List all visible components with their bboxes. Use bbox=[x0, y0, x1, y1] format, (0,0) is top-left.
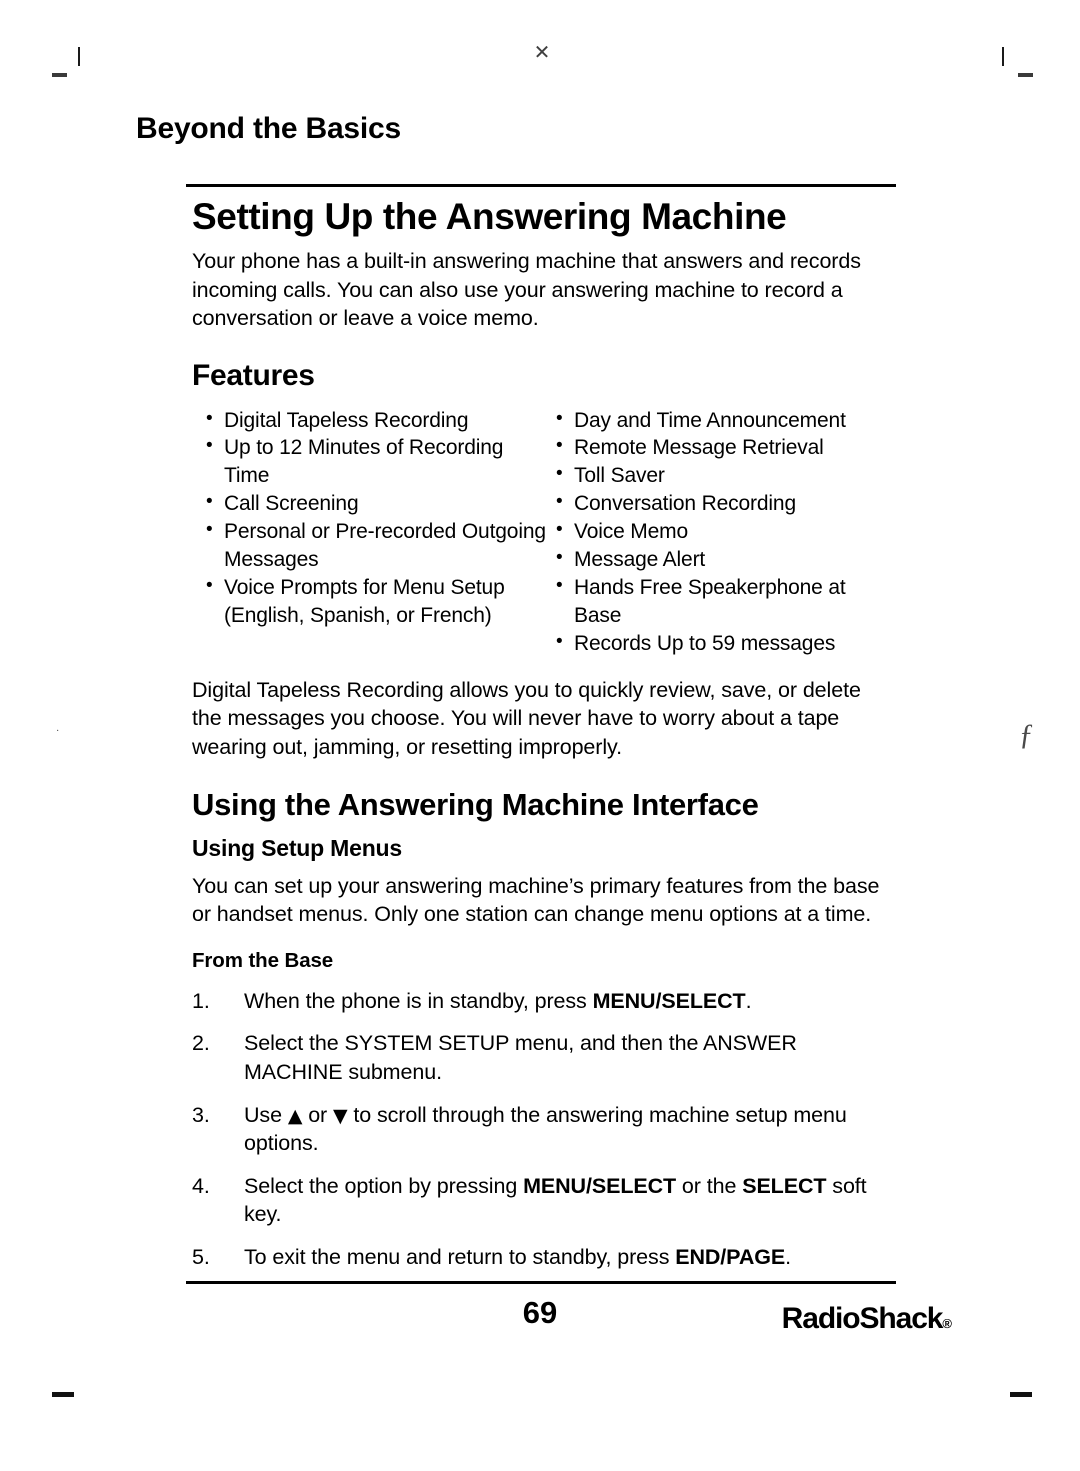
intro-paragraph: Your phone has a built-in answering mach… bbox=[192, 249, 861, 331]
step-item: 1. When the phone is in standby, press ME… bbox=[192, 987, 896, 1016]
step-text: Use bbox=[244, 1102, 288, 1127]
step-text: . bbox=[745, 988, 752, 1013]
setup-menus-subheading: Using Setup Menus bbox=[192, 834, 403, 861]
interface-heading: Using the Answering Machine Interface bbox=[192, 786, 759, 822]
step-text: . bbox=[785, 1244, 791, 1269]
step-number: 1. bbox=[192, 988, 210, 1013]
key-label: MENU/SELECT bbox=[523, 1173, 677, 1198]
features-heading: Features bbox=[192, 358, 315, 392]
step-text: When the phone is in standby, press bbox=[244, 988, 593, 1013]
crop-mark-bottom-right bbox=[1010, 1392, 1032, 1397]
step-item: 4. Select the option by pressing MENU/SEL… bbox=[192, 1172, 896, 1229]
features-list-right: Day and Time AnnouncementRemote Message … bbox=[554, 406, 896, 658]
list-item: Remote Message Retrieval bbox=[554, 433, 896, 462]
tapeless-paragraph: Digital Tapeless Recording allows you to… bbox=[192, 677, 861, 759]
list-item: Conversation Recording bbox=[554, 489, 896, 518]
registration-cross-top-center: ✕ bbox=[533, 40, 551, 64]
list-item: Personal or Pre-recorded Outgoing Messag… bbox=[204, 517, 546, 574]
brand-name: RadioShack bbox=[781, 1302, 944, 1335]
step-number: 4. bbox=[192, 1173, 210, 1198]
list-item: Digital Tapeless Recording bbox=[204, 406, 546, 435]
scan-artifact-right-margin: ƒ bbox=[1019, 718, 1034, 751]
step-text: or bbox=[302, 1102, 333, 1127]
step-text: Select the SYSTEM SETUP menu, and then t… bbox=[244, 1031, 797, 1084]
list-item: Records Up to 59 messages bbox=[554, 629, 896, 658]
down-arrow-icon: ▼ bbox=[333, 1104, 348, 1127]
list-item: Day and Time Announcement bbox=[554, 406, 896, 435]
running-head: Beyond the Basics bbox=[136, 112, 402, 145]
key-label: END/PAGE bbox=[675, 1244, 786, 1269]
crop-mark-bottom-left bbox=[52, 1392, 74, 1397]
step-text: To exit the menu and return to standby, … bbox=[244, 1244, 676, 1269]
list-item: Message Alert bbox=[554, 545, 896, 574]
step-text: or the bbox=[676, 1173, 743, 1198]
crop-mark-top-left-horizontal bbox=[52, 73, 67, 77]
key-label: MENU/SELECT bbox=[592, 988, 746, 1013]
header-divider bbox=[186, 184, 896, 187]
manual-page: ✕ · ƒ Beyond the Basics Setting Up the A… bbox=[0, 0, 1080, 1471]
up-arrow-icon: ▲ bbox=[287, 1104, 303, 1127]
step-item: 2. Select the SYSTEM SETUP menu, and then… bbox=[192, 1029, 896, 1086]
step-number: 2. bbox=[192, 1031, 210, 1056]
step-text: Select the option by pressing bbox=[244, 1173, 524, 1198]
list-item: Call Screening bbox=[204, 489, 546, 518]
step-number: 3. bbox=[192, 1102, 210, 1127]
list-item: Voice Memo bbox=[554, 517, 896, 546]
step-item: 5. To exit the menu and return to standby… bbox=[192, 1243, 896, 1272]
list-item: Toll Saver bbox=[554, 461, 896, 490]
setup-menus-paragraph: You can set up your answering machine’s … bbox=[192, 873, 880, 927]
base-steps-list: 1. When the phone is in standby, press ME… bbox=[192, 987, 896, 1272]
radioshack-logo: RadioShack® bbox=[782, 1302, 952, 1336]
registered-trademark-icon: ® bbox=[942, 1316, 952, 1331]
list-item: Hands Free Speakerphone at Base bbox=[554, 573, 896, 630]
page-title: Setting Up the Answering Machine bbox=[192, 196, 787, 237]
features-list-left: Digital Tapeless RecordingUp to 12 Minut… bbox=[204, 406, 546, 630]
from-the-base-heading: From the Base bbox=[192, 948, 334, 972]
features-column-left: Digital Tapeless RecordingUp to 12 Minut… bbox=[192, 406, 546, 658]
crop-mark-top-right-horizontal bbox=[1018, 73, 1033, 77]
list-item: Voice Prompts for Menu Setup (English, S… bbox=[204, 573, 546, 630]
crop-mark-top-right-vertical bbox=[1002, 47, 1004, 66]
key-label: SELECT bbox=[742, 1173, 827, 1198]
features-columns: Digital Tapeless RecordingUp to 12 Minut… bbox=[192, 406, 896, 658]
crop-mark-top-left-vertical bbox=[78, 47, 80, 66]
features-column-right: Day and Time AnnouncementRemote Message … bbox=[546, 406, 896, 658]
step-item: 3. Use ▲ or ▼ to scroll through the answe… bbox=[192, 1101, 896, 1158]
step-number: 5. bbox=[192, 1244, 210, 1269]
scan-artifact-left-margin: · bbox=[56, 726, 60, 737]
page-content: Setting Up the Answering Machine Your ph… bbox=[192, 196, 896, 1285]
list-item: Up to 12 Minutes of Recording Time bbox=[204, 433, 546, 490]
